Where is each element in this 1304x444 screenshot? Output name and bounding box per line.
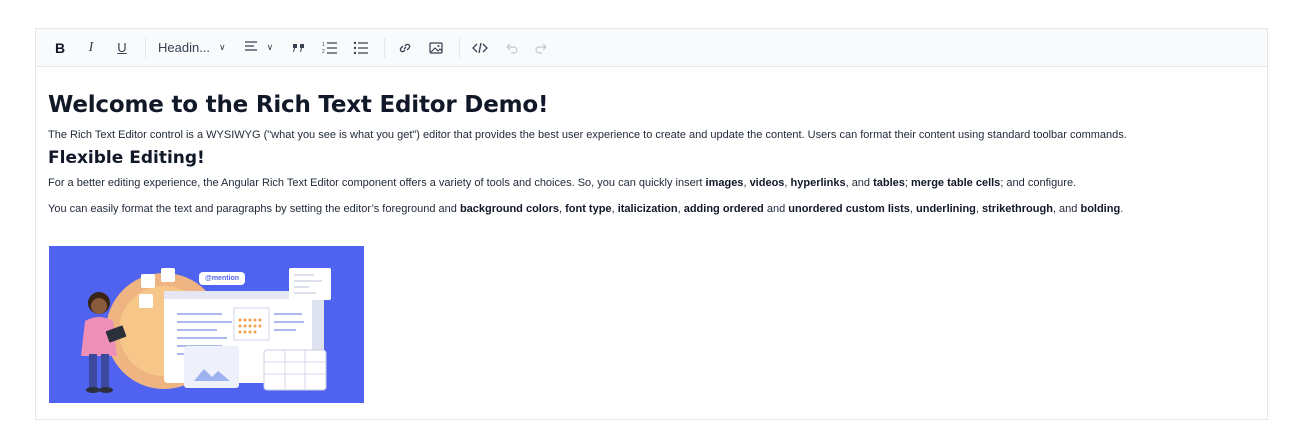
link-icon [400, 43, 411, 52]
image-icon [429, 41, 443, 54]
demo-illustration-image: @mention [49, 246, 364, 403]
svg-text:1: 1 [322, 42, 325, 48]
ordered-list-button[interactable]: 12 [316, 34, 344, 62]
mention-tag: @mention [199, 272, 246, 285]
rich-text-editor: B I U Headin... ∨ ∨ 12 Welcome to the Ri… [35, 28, 1268, 420]
content-subheading: Flexible Editing! [48, 148, 205, 168]
unordered-list-button[interactable] [347, 34, 375, 62]
source-code-button[interactable] [466, 34, 494, 62]
feature-paragraph: For a better editing experience, the Ang… [48, 177, 1077, 189]
italic-button[interactable]: I [77, 34, 105, 62]
redo-button[interactable] [528, 34, 556, 62]
blockquote-button[interactable] [285, 34, 313, 62]
chevron-down-icon: ∨ [219, 42, 226, 52]
format-dropdown[interactable]: Headin... ∨ [152, 40, 232, 55]
editor-content[interactable]: Welcome to the Rich Text Editor Demo! Th… [36, 91, 1267, 216]
chevron-down-icon: ∨ [266, 42, 274, 52]
toolbar-separator [145, 37, 146, 58]
insert-image-button[interactable] [422, 34, 450, 62]
content-heading: Welcome to the Rich Text Editor Demo! [48, 92, 549, 118]
underline-button[interactable]: U [108, 34, 136, 62]
illustration-graphic [81, 268, 331, 393]
redo-icon [535, 43, 547, 54]
toolbar: B I U Headin... ∨ ∨ 12 [36, 29, 1267, 67]
undo-button[interactable] [497, 34, 525, 62]
toolbar-separator [459, 37, 461, 58]
bold-button[interactable]: B [46, 34, 74, 62]
insert-link-button[interactable] [391, 34, 419, 62]
format-paragraph: You can easily format the text and parag… [48, 203, 1124, 215]
unordered-list-icon [354, 41, 369, 54]
blockquote-icon [293, 43, 305, 52]
format-dropdown-label: Headin... [158, 40, 211, 55]
source-code-icon [472, 42, 489, 53]
svg-text:2: 2 [322, 49, 325, 55]
undo-icon [506, 43, 518, 54]
toolbar-separator [384, 37, 386, 58]
intro-paragraph: The Rich Text Editor control is a WYSIWY… [48, 129, 1127, 141]
align-icon [244, 40, 258, 55]
align-dropdown[interactable]: ∨ [238, 40, 280, 55]
ordered-list-icon: 12 [322, 42, 338, 55]
